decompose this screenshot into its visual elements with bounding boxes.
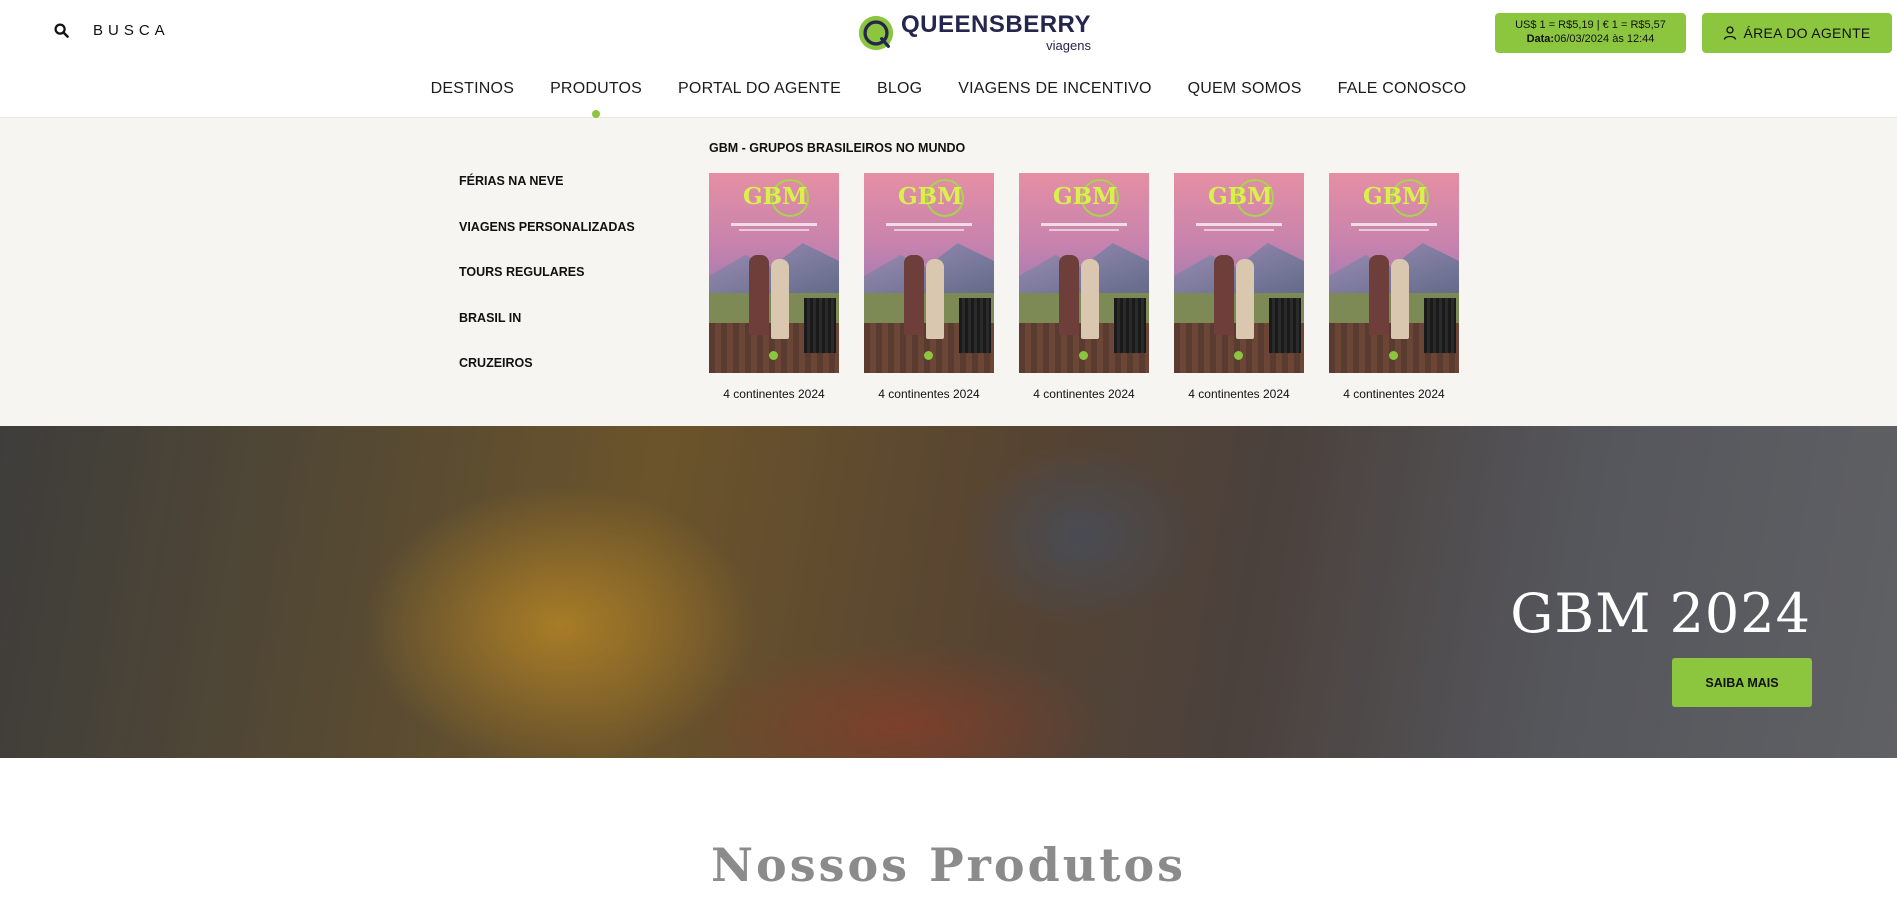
nav-portal-do-agente[interactable]: PORTAL DO AGENTE bbox=[660, 80, 859, 106]
catalog-section-title: GBM - GRUPOS BRASILEIROS NO MUNDO bbox=[709, 141, 966, 155]
search-button[interactable]: BUSCA bbox=[54, 22, 170, 39]
hero-title: GBM 2024 bbox=[1510, 582, 1811, 645]
catalog-caption: 4 continentes 2024 bbox=[1343, 387, 1445, 401]
site-header: BUSCA QUEENSBERRY viagens US$ 1 = R$5,19… bbox=[0, 0, 1897, 118]
nav-viagens-de-incentivo[interactable]: VIAGENS DE INCENTIVO bbox=[940, 80, 1169, 106]
exchange-date-label: Data: bbox=[1526, 33, 1555, 45]
nav-fale-conosco[interactable]: FALE CONOSCO bbox=[1320, 80, 1485, 106]
logo-name: QUEENSBERRY bbox=[901, 11, 1091, 38]
catalog-card[interactable]: GBM 4 continentes 2024 bbox=[1019, 173, 1149, 401]
agent-area-button[interactable]: ÁREA DO AGENTE bbox=[1702, 13, 1892, 53]
catalog-cover-image: GBM bbox=[709, 173, 839, 373]
user-icon bbox=[1724, 26, 1737, 40]
submenu-brasil-in[interactable]: BRASIL IN bbox=[459, 311, 635, 357]
catalog-cover-text: GBM bbox=[1053, 183, 1118, 210]
catalog-cover-text: GBM bbox=[1208, 183, 1273, 210]
catalog-caption: 4 continentes 2024 bbox=[723, 387, 825, 401]
site-logo[interactable]: QUEENSBERRY viagens bbox=[857, 13, 1091, 52]
catalog-caption: 4 continentes 2024 bbox=[1033, 387, 1135, 401]
exchange-date: Data:06/03/2024 às 12:44 bbox=[1495, 32, 1686, 46]
catalog-cover-image: GBM bbox=[1019, 173, 1149, 373]
catalog-cover-image: GBM bbox=[864, 173, 994, 373]
search-label: BUSCA bbox=[93, 22, 170, 39]
catalog-caption: 4 continentes 2024 bbox=[1188, 387, 1290, 401]
agent-area-label: ÁREA DO AGENTE bbox=[1743, 25, 1871, 41]
catalog-card[interactable]: GBM 4 continentes 2024 bbox=[1329, 173, 1459, 401]
main-nav: DESTINOS PRODUTOS PORTAL DO AGENTE BLOG … bbox=[0, 80, 1897, 118]
submenu-tours-regulares[interactable]: TOURS REGULARES bbox=[459, 265, 635, 311]
nav-quem-somos[interactable]: QUEM SOMOS bbox=[1170, 80, 1320, 106]
catalog-cover-text: GBM bbox=[743, 183, 808, 210]
catalog-card[interactable]: GBM 4 continentes 2024 bbox=[1174, 173, 1304, 401]
catalog-caption: 4 continentes 2024 bbox=[878, 387, 980, 401]
section-title: Nossos Produtos bbox=[710, 838, 1187, 892]
nav-produtos[interactable]: PRODUTOS bbox=[532, 80, 660, 118]
products-submenu: FÉRIAS NA NEVE VIAGENS PERSONALIZADAS TO… bbox=[459, 174, 635, 402]
catalog-cover-image: GBM bbox=[1174, 173, 1304, 373]
catalog-card[interactable]: GBM 4 continentes 2024 bbox=[709, 173, 839, 401]
hero-banner: GBM 2024 SAIBA MAIS bbox=[0, 426, 1897, 758]
catalog-list: GBM 4 continentes 2024 GBM 4 continentes… bbox=[709, 173, 1484, 401]
submenu-ferias-na-neve[interactable]: FÉRIAS NA NEVE bbox=[459, 174, 635, 220]
saiba-mais-button[interactable]: SAIBA MAIS bbox=[1672, 658, 1812, 707]
exchange-date-value: 06/03/2024 às 12:44 bbox=[1554, 33, 1655, 45]
catalog-card[interactable]: GBM 4 continentes 2024 bbox=[864, 173, 994, 401]
products-mega-menu: FÉRIAS NA NEVE VIAGENS PERSONALIZADAS TO… bbox=[0, 118, 1897, 426]
submenu-viagens-personalizadas[interactable]: VIAGENS PERSONALIZADAS bbox=[459, 220, 635, 266]
submenu-cruzeiros[interactable]: CRUZEIROS bbox=[459, 356, 635, 402]
catalog-cover-image: GBM bbox=[1329, 173, 1459, 373]
search-icon bbox=[54, 23, 69, 38]
nav-blog[interactable]: BLOG bbox=[859, 80, 940, 106]
catalog-cover-text: GBM bbox=[898, 183, 963, 210]
nav-destinos[interactable]: DESTINOS bbox=[413, 80, 532, 106]
queensberry-logo-icon bbox=[858, 15, 894, 50]
exchange-rate-box: US$ 1 = R$5,19 | € 1 = R$5,57 Data:06/03… bbox=[1495, 13, 1686, 53]
catalog-cover-text: GBM bbox=[1363, 183, 1428, 210]
exchange-rates: US$ 1 = R$5,19 | € 1 = R$5,57 bbox=[1515, 19, 1666, 31]
logo-subtitle: viagens bbox=[1046, 38, 1091, 53]
